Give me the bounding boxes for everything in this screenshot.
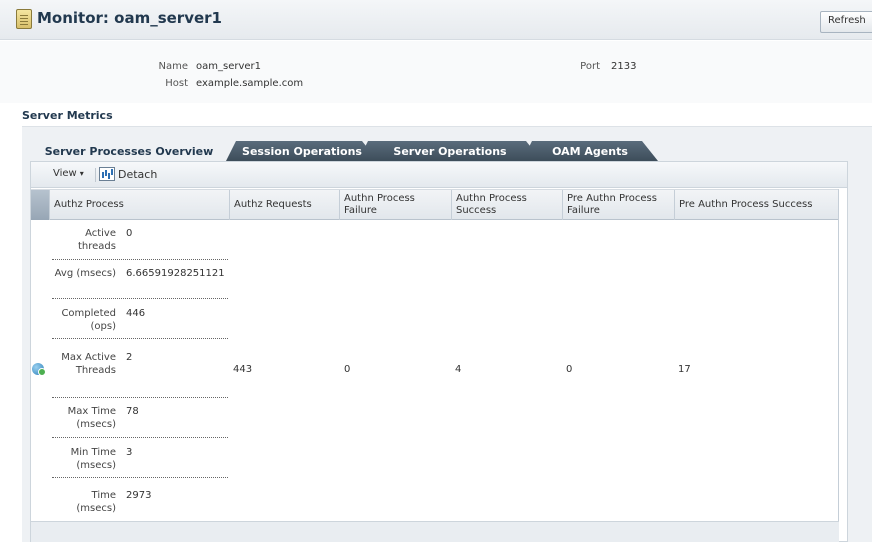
metric-label-max-time: Max Time (msecs) (67, 406, 116, 430)
column-header-pre-authn-process-failure[interactable]: Pre Authn Process Failure (562, 190, 674, 220)
table-right-border (838, 189, 839, 521)
metric-separator (52, 477, 228, 478)
table-header: Authz Process Authz Requests Authn Proce… (31, 189, 839, 220)
server-info-panel (0, 41, 872, 103)
metric-separator (52, 437, 228, 438)
chevron-down-icon: ▾ (79, 169, 84, 178)
tab-session-operations[interactable]: Session Operations (226, 141, 378, 161)
detach-label: Detach (118, 168, 158, 181)
server-status-icon (32, 363, 46, 376)
tab-server-operations[interactable]: Server Operations (358, 141, 542, 161)
toolbar-divider (95, 168, 96, 182)
cell-pre-authn-process-success: 17 (678, 364, 691, 375)
table-toolbar: View ▾ Detach (31, 162, 847, 188)
metric-value-avg: 6.66591928251121 (126, 268, 225, 279)
view-menu-label: View (53, 168, 77, 179)
metric-value-completed: 446 (126, 308, 146, 319)
metric-value-max-active-threads: 2 (126, 352, 133, 363)
server-page-icon (16, 9, 32, 29)
metric-label-avg: Avg (msecs) (54, 268, 116, 279)
metric-value-max-time: 78 (126, 406, 139, 417)
name-label: Name (158, 61, 188, 72)
metric-label-completed: Completed (ops) (61, 308, 116, 332)
cell-authz-requests: 443 (233, 364, 253, 375)
column-header-authz-requests[interactable]: Authz Requests (229, 190, 339, 220)
metric-separator (52, 298, 228, 299)
tab-oam-agents[interactable]: OAM Agents (522, 141, 658, 161)
metric-separator (52, 397, 228, 398)
page-title: Monitor: oam_server1 (37, 9, 222, 27)
row-header-corner (31, 190, 49, 220)
metric-value-active-threads: 0 (126, 228, 133, 239)
metric-label-min-time: Min Time (msecs) (70, 447, 116, 471)
metric-label-active-threads: Active threads (78, 228, 116, 252)
port-value: 2133 (611, 61, 637, 72)
metric-separator (52, 259, 228, 260)
column-header-authn-process-success[interactable]: Authn Process Success (451, 190, 562, 220)
metric-label-max-active-threads: Max Active Threads (61, 352, 116, 376)
title-bar: Monitor: oam_server1 Refresh (0, 0, 872, 40)
host-value: example.sample.com (196, 78, 304, 89)
metric-label-time: Time (msecs) (76, 490, 116, 514)
column-header-authz-process[interactable]: Authz Process (49, 190, 229, 220)
cell-authn-process-failure: 0 (344, 364, 351, 375)
metric-value-min-time: 3 (126, 447, 133, 458)
port-label: Port (580, 61, 600, 72)
cell-pre-authn-process-failure: 0 (566, 364, 573, 375)
column-header-authn-process-failure[interactable]: Authn Process Failure (339, 190, 451, 220)
detach-icon (99, 167, 115, 181)
view-menu[interactable]: View ▾ (53, 168, 84, 179)
tab-bar: Server Processes Overview Session Operat… (40, 141, 860, 163)
metric-value-time: 2973 (126, 490, 152, 501)
tab-server-processes-overview[interactable]: Server Processes Overview (40, 141, 218, 161)
metric-separator (52, 338, 228, 339)
table-footer (31, 521, 839, 542)
host-label: Host (165, 78, 188, 89)
name-value: oam_server1 (196, 61, 262, 72)
refresh-button[interactable]: Refresh (820, 11, 872, 33)
section-title: Server Metrics (22, 109, 113, 122)
cell-authn-process-success: 4 (455, 364, 462, 375)
column-header-pre-authn-process-success[interactable]: Pre Authn Process Success (674, 190, 839, 220)
